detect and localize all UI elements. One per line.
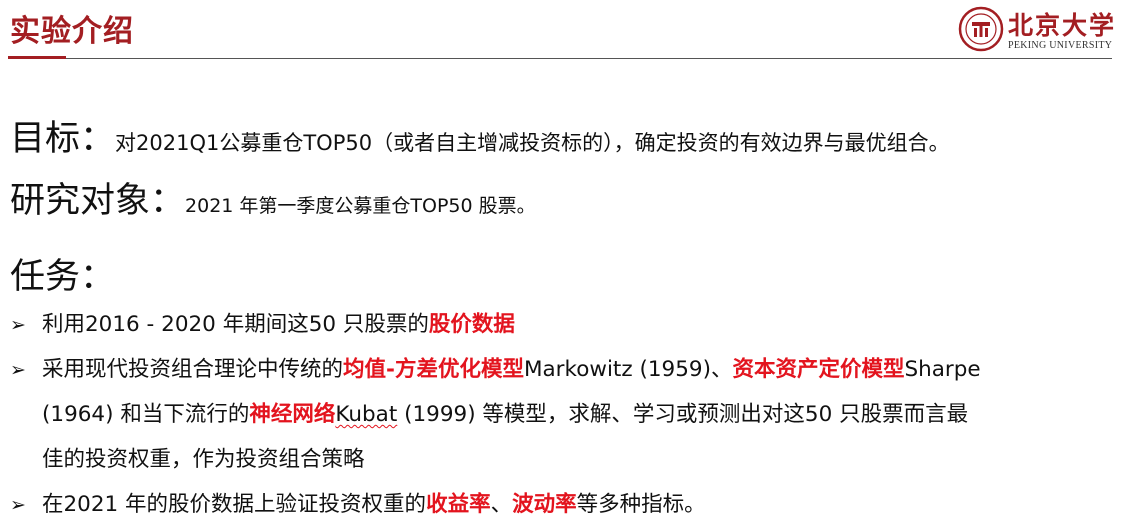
logo-chinese-name: 北京大学 — [1008, 11, 1117, 40]
subject-label: 研究对象： — [10, 181, 186, 221]
page-title: 实验介绍 — [10, 14, 134, 49]
task-2-text-e: (1999) 等模型，求解、学习或预测出对这50 只股票而言最 — [397, 402, 969, 427]
task-2-text-a: 采用现代投资组合理论中传统的 — [42, 357, 344, 382]
task-3-text-c: 等多种指标。 — [576, 492, 706, 517]
university-logo: 北京大学 PEKING UNIVERSITY — [956, 4, 1116, 56]
task-item-2-line-2: (1964) 和当下流行的神经网络Kubat (1999) 等模型，求解、学习或… — [42, 393, 968, 437]
task-3-text-b: 、 — [490, 492, 513, 517]
task-2-text-d: (1964) 和当下流行的 — [42, 402, 250, 427]
arrow-bullet-icon: ➢ — [10, 494, 26, 516]
seal-icon — [958, 6, 1004, 52]
header-divider — [66, 58, 1112, 59]
subject-text: 2021 年第一季度公募重仓TOP50 股票。 — [185, 195, 536, 217]
task-item-2-line-1: 采用现代投资组合理论中传统的均值-方差优化模型Markowitz (1959)、… — [42, 348, 981, 392]
task-3-highlight-return: 收益率 — [426, 492, 491, 517]
task-item-3: 在2021 年的股价数据上验证投资权重的收益率、波动率等多种指标。 — [42, 483, 706, 527]
arrow-bullet-icon: ➢ — [10, 314, 26, 336]
arrow-bullet-icon: ➢ — [10, 359, 26, 381]
tasks-label: 任务： — [10, 257, 116, 297]
task-1-highlight: 股价数据 — [428, 312, 515, 337]
task-2-text-f: 佳的投资权重，作为投资组合策略 — [42, 447, 365, 472]
task-3-highlight-volatility: 波动率 — [512, 492, 577, 517]
task-2-highlight-nn: 神经网络 — [249, 402, 336, 427]
task-2-text-b: Markowitz (1959)、 — [523, 357, 733, 382]
goal-label: 目标： — [10, 119, 116, 159]
task-2-text-kubat: Kubat — [335, 402, 398, 427]
title-accent-bar — [8, 56, 66, 59]
task-1-text: 利用2016 - 2020 年期间这50 只股票的 — [42, 312, 429, 337]
task-3-text-a: 在2021 年的股价数据上验证投资权重的 — [42, 492, 427, 517]
goal-line: 目标：对2021Q1公募重仓TOP50（或者自主增减投资标的），确定投资的有效边… — [10, 110, 950, 161]
task-item-2-line-3: 佳的投资权重，作为投资组合策略 — [42, 438, 365, 482]
task-2-text-c: Sharpe — [904, 357, 981, 382]
task-2-highlight-mv: 均值-方差优化模型 — [343, 357, 524, 382]
goal-text: 对2021Q1公募重仓TOP50（或者自主增减投资标的），确定投资的有效边界与最… — [115, 131, 950, 155]
task-item-1: 利用2016 - 2020 年期间这50 只股票的股价数据 — [42, 303, 515, 347]
subject-line: 研究对象：2021 年第一季度公募重仓TOP50 股票。 — [10, 172, 536, 223]
logo-english-name: PEKING UNIVERSITY — [1008, 40, 1113, 51]
task-2-highlight-capm: 资本资产定价模型 — [732, 357, 905, 382]
